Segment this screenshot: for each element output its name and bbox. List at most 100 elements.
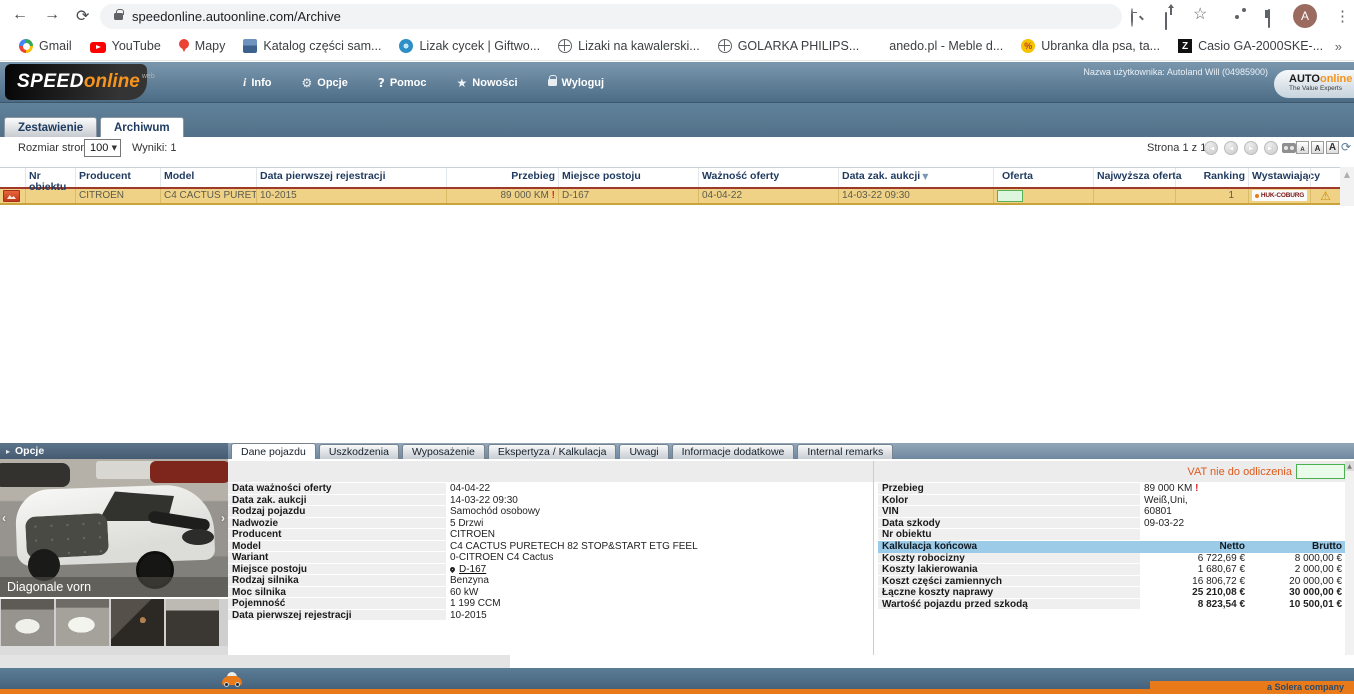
bookmark-anedo[interactable]: anedo.pl - Meble d... xyxy=(868,39,1012,53)
photo-thumbnails xyxy=(0,599,228,646)
tab-archiwum[interactable]: Archiwum xyxy=(100,117,184,137)
tab-internal-remarks[interactable]: Internal remarks xyxy=(797,444,893,459)
star-icon: ★ xyxy=(457,76,468,90)
car-headlight xyxy=(182,529,214,545)
field-value: 04-04-22 xyxy=(446,483,872,495)
thumbnail-3[interactable] xyxy=(111,599,164,646)
export-icon[interactable] xyxy=(1282,143,1296,153)
tab-ekspertyza[interactable]: Ekspertyza / Kalkulacja xyxy=(488,444,617,459)
back-icon[interactable]: ← xyxy=(12,6,28,24)
nav-info[interactable]: i Info xyxy=(243,75,272,90)
tab-dane-pojazdu[interactable]: Dane pojazdu xyxy=(231,443,316,459)
column-nr-obiektu[interactable]: Nr obiektu xyxy=(25,168,75,187)
bookmark-casio[interactable]: Z Casio GA-2000SKE-... xyxy=(1169,39,1332,53)
opcje-bar[interactable]: ▸ Opcje xyxy=(0,443,228,459)
question-icon: ? xyxy=(378,76,385,90)
field-value: Weiß,Uni, xyxy=(1140,495,1345,507)
calc-row: Koszt części zamiennych16 806,72 €20 000… xyxy=(878,576,1345,588)
field-value: 89 000 KM ! xyxy=(1140,483,1345,495)
bookmark-youtube[interactable]: YouTube xyxy=(81,39,170,53)
bookmark-golarka[interactable]: GOLARKA PHILIPS... xyxy=(709,39,869,53)
bookmark-gmail[interactable]: Gmail xyxy=(10,39,81,53)
column-oferta[interactable]: Oferta xyxy=(993,168,1093,187)
refresh-icon[interactable]: ⟳ xyxy=(1341,140,1351,154)
globe-icon xyxy=(718,39,732,53)
cell-nr-obiektu xyxy=(25,189,75,203)
location-pin-icon xyxy=(449,565,456,572)
font-large-button[interactable]: A xyxy=(1326,141,1339,154)
thumbnail-1[interactable] xyxy=(1,599,54,646)
forward-icon[interactable]: → xyxy=(44,6,60,24)
offer-input[interactable] xyxy=(997,190,1023,202)
tab-uszkodzenia[interactable]: Uszkodzenia xyxy=(319,444,399,459)
column-data-zak-aukcji[interactable]: Data zak. aukcji▼ xyxy=(838,168,993,187)
calculation-fields: Przebieg89 000 KM ! KolorWeiß,Uni, VIN60… xyxy=(878,483,1345,610)
thumbnail-4[interactable] xyxy=(166,599,219,646)
url-bar[interactable]: speedonline.autoonline.com/Archive xyxy=(100,4,1122,29)
browser-menu-icon[interactable]: ⋮ xyxy=(1335,7,1350,25)
bookmark-lizaki[interactable]: Lizaki na kawalerski... xyxy=(549,39,709,53)
column-data-rejestracji[interactable]: Data pierwszej rejestracji xyxy=(256,168,446,187)
prev-page-button[interactable]: ◀ xyxy=(1224,141,1238,155)
font-small-button[interactable]: A xyxy=(1296,141,1309,154)
logo-dot-icon xyxy=(1255,194,1259,198)
tab-wyposazenie[interactable]: Wyposażenie xyxy=(402,444,485,459)
globe-icon xyxy=(558,39,572,53)
field-value: 0-CITROEN C4 Cactus xyxy=(446,552,872,564)
z-icon: Z xyxy=(1178,39,1192,53)
table-row[interactable]: CITROEN C4 CACTUS PURETE... 10-2015 89 0… xyxy=(0,189,1340,205)
photo-prev-icon[interactable]: ‹ xyxy=(2,511,6,525)
autoonline-logo: AUTOonline The Value Experts xyxy=(1274,70,1354,98)
nav-opcje[interactable]: ⚙ Opcje xyxy=(302,76,348,90)
grid-scroll-up[interactable]: ▲ xyxy=(1340,167,1354,206)
tab-zestawienie[interactable]: Zestawienie xyxy=(4,117,97,137)
next-page-button[interactable]: ▶ xyxy=(1244,141,1258,155)
bookmark-star-icon[interactable]: ☆ xyxy=(1193,7,1207,23)
column-najwyzsza-oferta[interactable]: Najwyższa oferta xyxy=(1093,168,1175,187)
main-nav: i Info ⚙ Opcje ? Pomoc ★ Nowości Wyloguj xyxy=(243,75,604,90)
nav-nowosci[interactable]: ★ Nowości xyxy=(457,76,518,90)
column-ranking[interactable]: Ranking xyxy=(1175,168,1248,187)
bookmark-lizak[interactable]: Lizak cycek | Giftwo... xyxy=(390,39,549,53)
tab-informacje-dodatkowe[interactable]: Informacje dodatkowe xyxy=(672,444,795,459)
info-icon: i xyxy=(243,75,246,90)
column-producent[interactable]: Producent xyxy=(75,168,160,187)
zoom-icon[interactable] xyxy=(1131,8,1133,27)
column-waznosc-oferty[interactable]: Ważność oferty xyxy=(698,168,838,187)
side-panel-icon[interactable] xyxy=(1268,9,1270,28)
browser-toolbar: ← → ⟳ speedonline.autoonline.com/Archive… xyxy=(0,0,1354,32)
nav-pomoc[interactable]: ? Pomoc xyxy=(378,76,427,90)
location-link[interactable]: D-167 xyxy=(459,564,486,575)
bookmarks-overflow-icon[interactable]: » xyxy=(1335,39,1354,54)
scroll-up-icon[interactable]: ▲ xyxy=(1345,461,1354,471)
detail-scrollbar[interactable]: ▲ xyxy=(1345,461,1354,655)
font-medium-button[interactable]: A xyxy=(1311,141,1324,154)
vehicle-photo[interactable]: ‹ › Diagonale vorn xyxy=(0,459,228,597)
column-wystawiajacy[interactable]: Wystawiający xyxy=(1248,168,1310,187)
photo-next-icon[interactable]: › xyxy=(221,511,225,525)
share-icon[interactable] xyxy=(1165,12,1167,30)
bookmark-mapy[interactable]: Mapy xyxy=(170,39,235,53)
car-icon xyxy=(222,672,242,687)
results-count: Wyniki: 1 xyxy=(132,142,177,154)
column-model[interactable]: Model xyxy=(160,168,256,187)
bookmark-ubranka[interactable]: % Ubranka dla psa, ta... xyxy=(1012,39,1169,53)
page-size-select[interactable]: 100 ▼ xyxy=(84,139,121,157)
thumbnail-2[interactable] xyxy=(56,599,109,646)
vat-amount-input[interactable] xyxy=(1296,464,1345,479)
nav-wyloguj[interactable]: Wyloguj xyxy=(548,77,605,89)
maps-pin-icon xyxy=(179,39,189,53)
reload-icon[interactable]: ⟳ xyxy=(76,6,89,25)
site-icon xyxy=(243,39,257,53)
profile-avatar[interactable]: A xyxy=(1293,4,1317,28)
warning-icon[interactable]: ⚠ xyxy=(1320,189,1331,203)
background-car-red xyxy=(150,461,228,483)
tab-uwagi[interactable]: Uwagi xyxy=(619,444,668,459)
bookmark-katalog[interactable]: Katalog części sam... xyxy=(234,39,390,53)
gear-icon: ⚙ xyxy=(302,76,313,90)
first-page-button[interactable]: |◀ xyxy=(1204,141,1218,155)
column-przebieg[interactable]: Przebieg xyxy=(446,168,558,187)
last-page-button[interactable]: ▶| xyxy=(1264,141,1278,155)
column-miejsce-postoju[interactable]: Miejsce postoju xyxy=(558,168,698,187)
vat-label: VAT nie do odliczenia xyxy=(1187,466,1292,478)
